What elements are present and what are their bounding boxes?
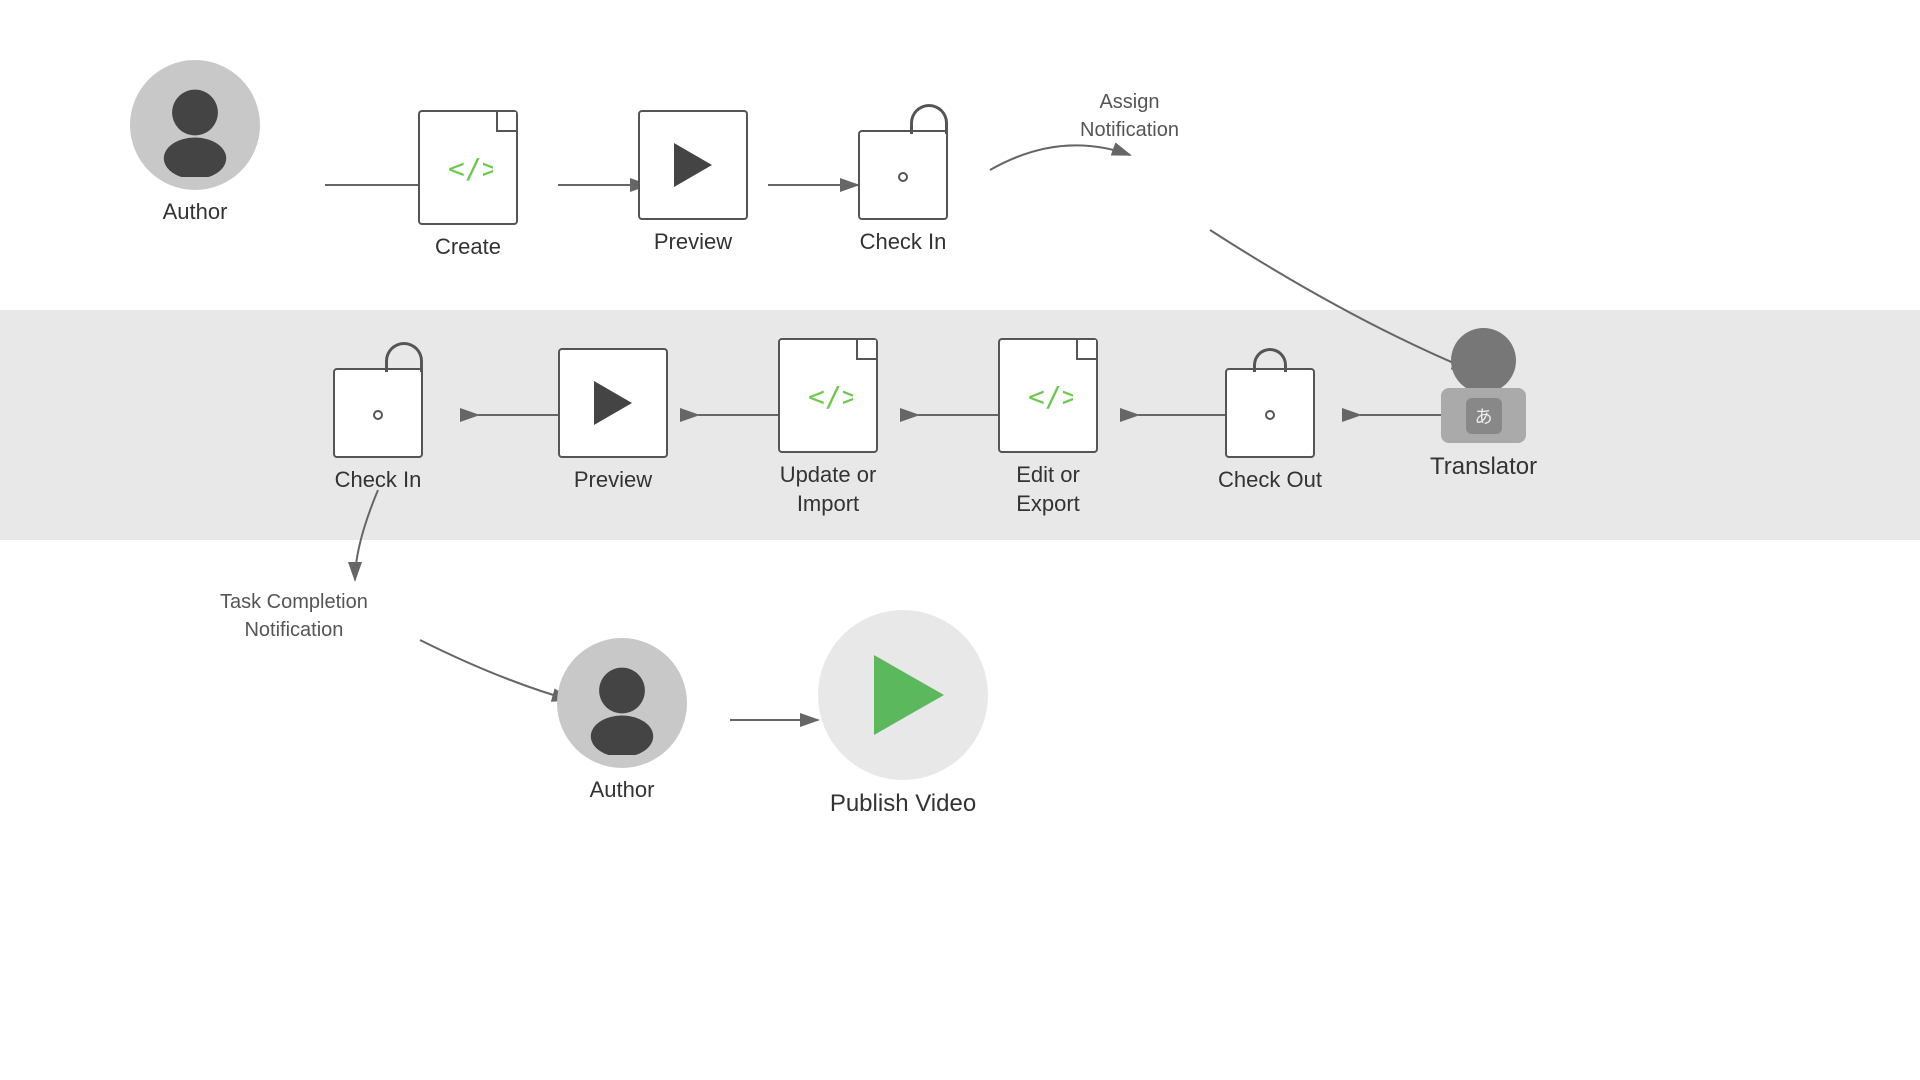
author-top-label: Author [163,198,228,227]
edit-export-node: </> Edit orExport [998,338,1098,518]
author-top-node: Author [130,60,260,227]
task-completion-label: Task CompletionNotification [220,588,368,644]
checkin-mid-label: Check In [335,466,422,495]
create-node: </> Create [418,110,518,262]
preview-mid-label: Preview [574,466,652,495]
create-doc-icon: </> [418,110,518,225]
checkout-icon [1225,368,1315,458]
preview-top-node: Preview [638,110,748,257]
preview-mid-icon [558,348,668,458]
checkin-top-icon [858,130,948,220]
author-top-avatar [130,60,260,190]
checkin-mid-icon [333,368,423,458]
publish-video-node: Publish Video [818,610,988,819]
checkout-label: Check Out [1218,466,1322,495]
update-import-icon: </> [778,338,878,453]
preview-mid-node: Preview [558,348,668,495]
diagram-container: Author </> Create Preview Check In Assig… [0,0,1920,1080]
preview-top-icon [638,110,748,220]
svg-text:</>: </> [448,152,493,185]
assign-notification-node: AssignNotification [1080,80,1179,144]
preview-top-label: Preview [654,228,732,257]
author-bottom-label: Author [590,776,655,805]
translator-label: Translator [1430,451,1537,482]
author-bottom-avatar [557,638,687,768]
edit-export-icon: </> [998,338,1098,453]
update-import-node: </> Update orImport [778,338,878,518]
author-bottom-node: Author [557,638,687,805]
checkout-node: Check Out [1218,348,1322,495]
checkin-top-label: Check In [860,228,947,257]
task-completion-node: Task CompletionNotification [220,580,368,644]
checkin-top-node: Check In [858,100,948,257]
translator-node: あ Translator [1430,328,1537,482]
checkin-mid-node: Check In [333,338,423,495]
svg-text:</>: </> [1028,380,1073,413]
translator-avatar: あ [1441,328,1526,443]
create-label: Create [435,233,501,262]
gray-band [0,310,1920,540]
assign-notification-label: AssignNotification [1080,88,1179,144]
publish-video-icon [818,610,988,780]
svg-text:</>: </> [808,380,853,413]
arrows-svg [0,0,1920,1080]
edit-export-label: Edit orExport [1016,461,1080,518]
update-import-label: Update orImport [780,461,877,518]
publish-video-label: Publish Video [830,788,976,819]
